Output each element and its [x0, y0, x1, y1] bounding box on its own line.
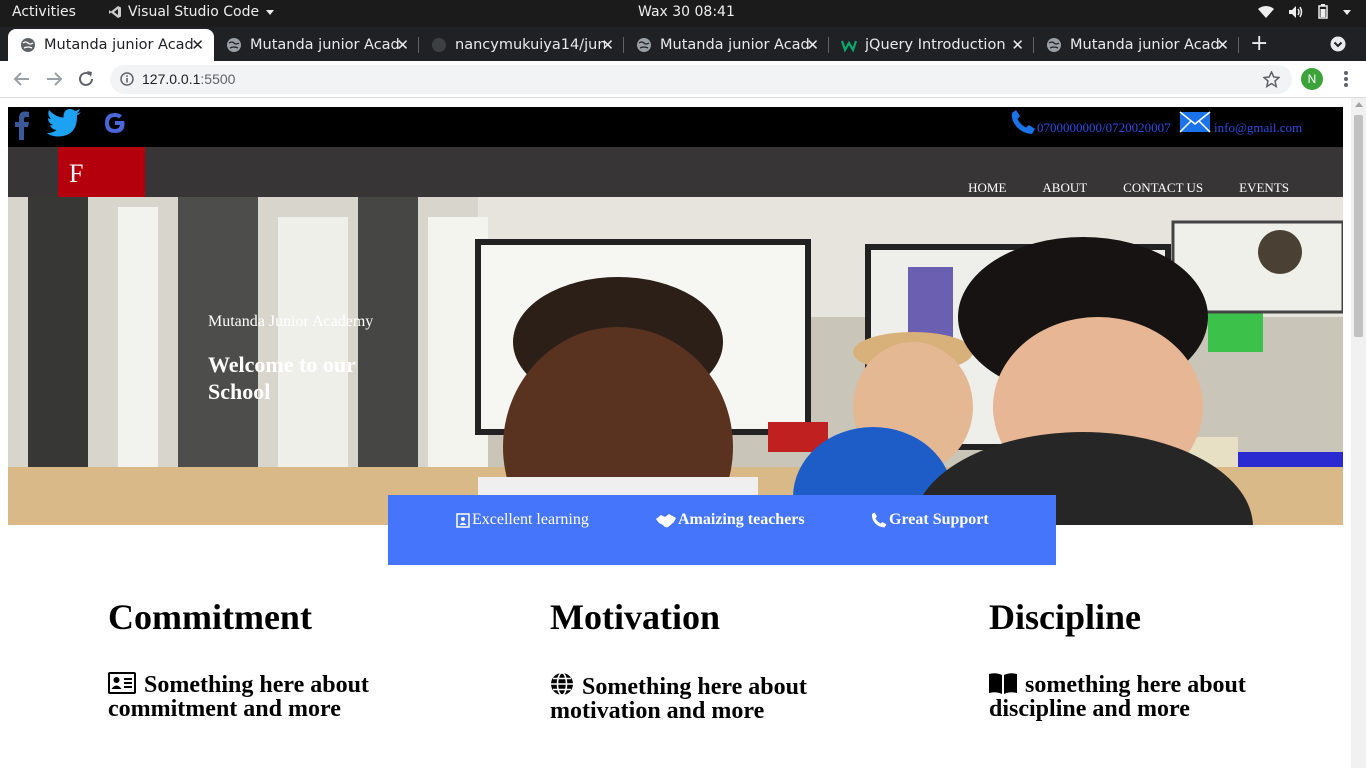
feature-label: Great Support [889, 511, 989, 528]
twitter-icon[interactable] [46, 108, 82, 138]
app-menu[interactable]: Visual Studio Code [108, 4, 275, 20]
column-commitment: Commitment Something here about commitme… [108, 596, 408, 721]
close-tab-icon[interactable]: ✕ [1216, 36, 1229, 54]
url-host: 127.0.0.1 [142, 71, 201, 87]
column-text-wrapper: something here about discipline and more [989, 672, 1289, 721]
clock[interactable]: Wax 30 08:41 [638, 4, 735, 20]
hero-subtitle: Mutanda Junior Academy [208, 313, 374, 330]
new-tab-button[interactable]: + [1250, 31, 1268, 56]
nav-link-home[interactable]: HOME [968, 180, 1006, 196]
caret-down-icon [1343, 9, 1351, 15]
nav-links: HOME ABOUT CONTACT US EVENTS [968, 180, 1289, 196]
close-tab-icon[interactable]: ✕ [191, 36, 204, 54]
nav-link-contact-us[interactable]: CONTACT US [1123, 180, 1203, 196]
column-motivation: Motivation Something here about motivati… [550, 596, 850, 723]
column-text: something here about discipline and more [989, 672, 1246, 722]
column-title: Discipline [989, 597, 1142, 637]
browser-tab-4[interactable]: Mutanda junior Academy ✕ [624, 29, 829, 61]
browser-tab-6[interactable]: Mutanda junior Academy ✕ [1034, 29, 1239, 61]
phone-icon [1011, 110, 1035, 134]
address-bar[interactable]: 127.0.0.1:5500 [110, 65, 1292, 94]
page-viewport: 0700000000/0720020007 info@gmail.com F H… [0, 98, 1351, 768]
facebook-icon[interactable] [13, 110, 31, 140]
scroll-up-arrow-icon[interactable] [1355, 102, 1363, 107]
browser-tab-2[interactable]: Mutanda junior Academy ✕ [214, 29, 419, 61]
google-icon[interactable] [103, 111, 127, 135]
page-scrollbar[interactable] [1351, 98, 1366, 768]
column-title: Motivation [550, 597, 720, 637]
tab-search-icon[interactable] [1330, 36, 1346, 52]
column-text-wrapper: Something here about commitment and more [108, 672, 408, 721]
hero-banner: Mutanda Junior Academy Welcome to our Sc… [8, 197, 1343, 525]
caret-down-icon [266, 10, 275, 15]
hero-heading: Welcome to our School [208, 352, 356, 404]
browser-toolbar: 127.0.0.1:5500 [0, 61, 1366, 98]
scrollbar-thumb[interactable] [1354, 115, 1363, 337]
column-title: Commitment [108, 597, 312, 637]
tab-title: nancymukuiya14/junior [455, 37, 605, 53]
column-text: Something here about commitment and more [108, 672, 369, 722]
globe-icon [1047, 38, 1061, 52]
contact-email[interactable]: info@gmail.com [1214, 120, 1302, 136]
close-tab-icon[interactable]: ✕ [396, 36, 409, 54]
browser-tab-5[interactable]: jQuery Introduction ✕ [829, 29, 1034, 61]
nav-link-about[interactable]: ABOUT [1042, 180, 1087, 196]
tab-separator [1238, 37, 1239, 53]
url-port: :5500 [200, 71, 236, 87]
feature-label: Excellent learning [472, 511, 589, 528]
book-icon [989, 673, 1017, 694]
site-navbar: F HOME ABOUT CONTACT US EVENTS [8, 147, 1343, 197]
close-tab-icon[interactable]: ✕ [601, 36, 614, 54]
system-tray[interactable] [1258, 4, 1352, 19]
tab-title: Mutanda junior Academy [44, 37, 194, 53]
close-tab-icon[interactable]: ✕ [806, 36, 819, 54]
feature-great-support: Great Support [871, 511, 989, 529]
volume-icon [1289, 5, 1303, 18]
address-card-icon [108, 672, 136, 694]
activities-button[interactable]: Activities [12, 4, 76, 20]
nav-link-events[interactable]: EVENTS [1239, 180, 1289, 196]
column-text: Something here about motivation and more [550, 674, 807, 724]
browser-tab-3[interactable]: nancymukuiya14/junior ✕ [419, 29, 624, 61]
column-discipline: Discipline something here about discipli… [989, 596, 1289, 721]
contact-phone[interactable]: 0700000000/0720020007 [1037, 120, 1171, 136]
feature-amazing-teachers: Amaizing teachers [656, 511, 805, 529]
battery-icon [1318, 4, 1328, 19]
wifi-icon [1258, 5, 1274, 18]
vscode-icon [109, 6, 121, 18]
contact-bar: 0700000000/0720020007 info@gmail.com [8, 107, 1343, 147]
globe-icon [637, 38, 651, 52]
column-text-wrapper: Something here about motivation and more [550, 672, 850, 723]
w3schools-icon [841, 40, 857, 53]
url-text: 127.0.0.1:5500 [142, 71, 235, 87]
browser-tab-1[interactable]: Mutanda junior Academy ✕ [8, 29, 214, 61]
envelope-icon [1179, 111, 1211, 133]
system-top-bar: Activities Visual Studio Code Wax 30 08:… [0, 0, 1366, 27]
app-name: Visual Studio Code [128, 4, 260, 20]
tab-title: Mutanda junior Academy [250, 37, 400, 53]
globe-icon [551, 672, 573, 696]
feature-label: Amaizing teachers [678, 511, 805, 528]
phone-icon [871, 512, 887, 528]
globe-icon [21, 38, 35, 52]
github-icon [432, 38, 446, 52]
tab-title: jQuery Introduction [865, 37, 1006, 53]
forward-arrow-icon[interactable] [45, 70, 63, 88]
features-bar: Excellent learning Amaizing teachers Gre… [388, 495, 1056, 565]
globe-icon [227, 38, 241, 52]
profile-avatar[interactable]: N [1301, 68, 1323, 90]
bookmark-star-icon[interactable] [1263, 71, 1280, 88]
back-arrow-icon[interactable] [13, 70, 31, 88]
tab-title: Mutanda junior Academy [660, 37, 810, 53]
site-logo[interactable]: F [58, 147, 145, 197]
handshake-icon [656, 513, 676, 527]
close-tab-icon[interactable]: ✕ [1011, 36, 1024, 54]
info-icon[interactable] [120, 72, 134, 86]
tab-strip: Mutanda junior Academy ✕ Mutanda junior … [0, 27, 1366, 61]
feature-excellent-learning: Excellent learning [456, 511, 589, 529]
id-card-icon [456, 512, 470, 528]
more-menu-icon[interactable] [1343, 70, 1349, 88]
reload-icon[interactable] [77, 70, 95, 88]
tab-title: Mutanda junior Academy [1070, 37, 1220, 53]
